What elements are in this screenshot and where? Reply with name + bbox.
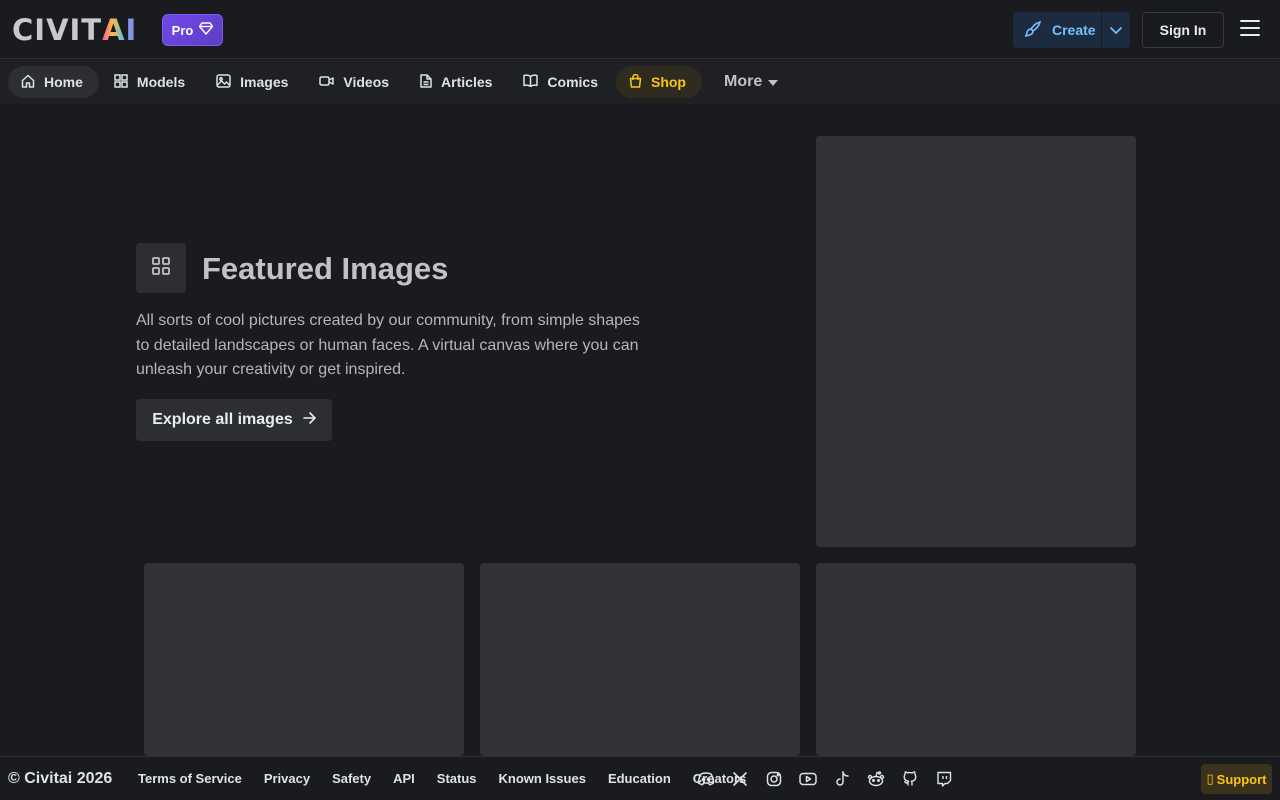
youtube-icon[interactable]	[798, 769, 818, 789]
nav-label: Home	[44, 74, 83, 90]
nav-item-shop[interactable]: Shop	[615, 66, 702, 98]
image-card-placeholder[interactable]	[816, 563, 1136, 756]
x-icon[interactable]	[730, 769, 750, 789]
sign-in-button[interactable]: Sign In	[1142, 12, 1224, 48]
brush-icon	[1024, 20, 1042, 41]
support-button[interactable]: ▯ Support	[1201, 764, 1272, 794]
footer-link-education[interactable]: Education	[608, 771, 671, 786]
section-description: All sorts of cool pictures created by ou…	[136, 312, 640, 378]
grid-icon	[151, 256, 171, 281]
top-header: CIVIT AI Pro Create Sign In	[0, 0, 1280, 59]
book-icon	[523, 74, 539, 90]
nav-label: Shop	[650, 74, 686, 90]
footer-link-terms[interactable]: Terms of Service	[138, 771, 242, 786]
copyright: © Civitai 2026	[8, 769, 113, 787]
tiktok-icon[interactable]	[832, 769, 852, 789]
create-label: Create	[1052, 22, 1096, 38]
social-links	[696, 769, 954, 789]
nav-label: Videos	[343, 74, 390, 90]
image-card-placeholder[interactable]	[144, 563, 464, 756]
video-icon	[319, 74, 335, 90]
footer-link-privacy[interactable]: Privacy	[264, 771, 310, 786]
explore-all-images-button[interactable]: Explore all images	[136, 399, 332, 441]
nav-more-menu[interactable]: More	[704, 66, 794, 98]
chevron-down-icon	[1109, 22, 1123, 38]
hamburger-menu-icon[interactable]	[1240, 20, 1260, 40]
home-icon	[21, 74, 35, 91]
nav-item-images[interactable]: Images	[203, 66, 304, 98]
support-icon: ▯	[1206, 771, 1214, 786]
featured-images-icon-box	[136, 243, 186, 293]
nav-item-articles[interactable]: Articles	[407, 66, 508, 98]
logo-prefix: CIVIT	[12, 13, 103, 47]
image-card-placeholder[interactable]	[480, 563, 800, 756]
page-footer: © Civitai 2026 Terms of Service Privacy …	[0, 756, 1280, 800]
footer-link-safety[interactable]: Safety	[332, 771, 371, 786]
footer-links: Terms of Service Privacy Safety API Stat…	[138, 771, 768, 786]
nav-item-comics[interactable]: Comics	[510, 66, 614, 98]
civitai-logo[interactable]: CIVIT AI	[12, 13, 138, 47]
nav-label: Comics	[547, 74, 598, 90]
caret-down-icon	[768, 73, 779, 91]
arrow-right-icon	[302, 411, 316, 429]
reddit-icon[interactable]	[866, 769, 886, 789]
instagram-icon[interactable]	[764, 769, 784, 789]
grid-icon	[114, 73, 128, 91]
nav-item-home[interactable]: Home	[8, 66, 99, 98]
footer-link-status[interactable]: Status	[437, 771, 477, 786]
diamond-icon	[198, 22, 214, 38]
pro-button[interactable]: Pro	[162, 14, 223, 46]
section-title: Featured Images	[202, 251, 449, 286]
main-nav: Home Models Images Videos Articles Comic…	[0, 60, 1280, 104]
logo-suffix: AI	[102, 13, 138, 47]
nav-item-videos[interactable]: Videos	[306, 66, 405, 98]
shopping-bag-icon	[629, 73, 642, 91]
nav-more-label: More	[723, 73, 763, 90]
nav-item-models[interactable]: Models	[101, 66, 201, 98]
nav-label: Articles	[441, 74, 493, 90]
article-icon	[420, 73, 432, 91]
footer-link-api[interactable]: API	[393, 771, 415, 786]
explore-label: Explore all images	[152, 411, 293, 428]
nav-label: Models	[136, 74, 186, 90]
image-card-placeholder[interactable]	[816, 136, 1136, 547]
github-icon[interactable]	[900, 769, 920, 789]
image-icon	[216, 73, 231, 91]
pro-label: Pro	[171, 22, 194, 38]
twitch-icon[interactable]	[934, 769, 954, 789]
nav-label: Images	[240, 74, 289, 90]
footer-link-known-issues[interactable]: Known Issues	[499, 771, 586, 786]
create-menu-toggle[interactable]	[1102, 22, 1130, 38]
support-label: Support	[1216, 771, 1267, 787]
create-button[interactable]: Create	[1013, 12, 1130, 48]
discord-icon[interactable]	[696, 769, 716, 789]
